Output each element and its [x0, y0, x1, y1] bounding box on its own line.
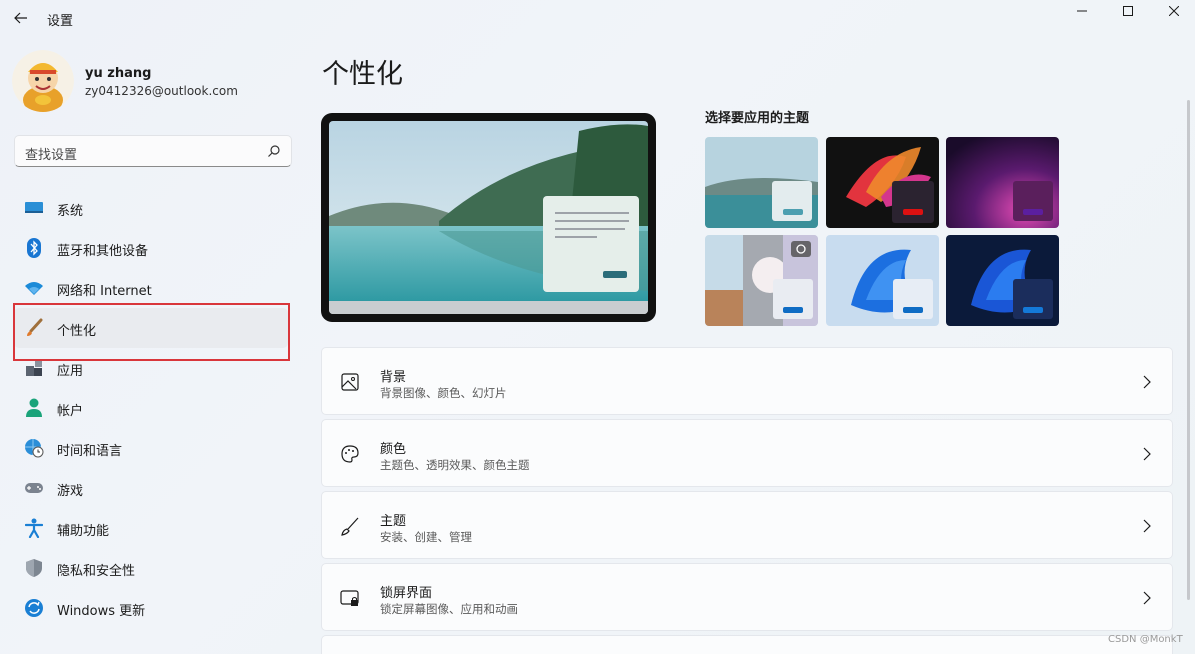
- sidebar-item-time-language[interactable]: 时间和语言: [14, 428, 288, 468]
- theme-option-glow[interactable]: [946, 137, 1059, 228]
- user-name: yu zhang: [85, 66, 152, 81]
- sidebar-item-label: 游戏: [57, 484, 84, 499]
- bluetooth-icon: [24, 238, 44, 258]
- monitor-icon: [24, 198, 44, 218]
- sidebar-item-label: 蓝牙和其他设备: [57, 244, 149, 259]
- image-icon: [341, 373, 359, 391]
- search-icon: [268, 145, 280, 157]
- sidebar-item-privacy[interactable]: 隐私和安全性: [14, 548, 288, 588]
- theme-option-bloom-light[interactable]: [826, 235, 939, 326]
- person-icon: [24, 398, 44, 418]
- sidebar-item-label: 辅助功能: [57, 524, 110, 539]
- globe-clock-icon: [24, 438, 44, 458]
- sidebar-item-label: 帐户: [57, 404, 84, 419]
- sidebar-item-label: 系统: [57, 204, 84, 219]
- sidebar-item-label: 应用: [57, 364, 84, 379]
- brush-icon: [24, 318, 44, 338]
- card-subtitle: 安装、创建、管理: [380, 530, 472, 544]
- desktop-preview-image: [329, 121, 648, 314]
- sidebar-item-label: 隐私和安全性: [57, 564, 136, 579]
- scrollbar[interactable]: [1187, 100, 1190, 600]
- brush-icon: [341, 517, 359, 536]
- wifi-icon: [24, 278, 44, 298]
- back-button[interactable]: [10, 7, 32, 29]
- page-title: 个性化: [322, 59, 403, 90]
- theme-option-spotlight[interactable]: [705, 235, 818, 326]
- sidebar-item-system[interactable]: 系统: [14, 188, 288, 228]
- apps-icon: [24, 358, 44, 378]
- sidebar-item-label: 网络和 Internet: [57, 284, 152, 299]
- chevron-right-icon: [1143, 591, 1151, 605]
- avatar: [12, 50, 74, 112]
- theme-section-heading: 选择要应用的主题: [705, 111, 810, 126]
- maximize-button[interactable]: [1105, 0, 1151, 22]
- sidebar-item-windows-update[interactable]: Windows 更新: [14, 588, 288, 628]
- card-next-partial[interactable]: [321, 635, 1173, 654]
- maximize-icon: [1123, 6, 1133, 16]
- sidebar-item-accessibility[interactable]: 辅助功能: [14, 508, 288, 548]
- user-email: zy0412326@outlook.com: [85, 84, 238, 98]
- sidebar-item-label: 时间和语言: [57, 444, 123, 459]
- card-themes[interactable]: 主题 安装、创建、管理: [321, 491, 1173, 559]
- sidebar-item-apps[interactable]: 应用: [14, 348, 288, 388]
- chevron-right-icon: [1143, 447, 1151, 461]
- sidebar-item-label: Windows 更新: [57, 604, 146, 619]
- minimize-button[interactable]: [1059, 0, 1105, 22]
- close-icon: [1169, 6, 1179, 16]
- user-profile[interactable]: yu zhang zy0412326@outlook.com: [12, 50, 302, 114]
- card-title: 主题: [380, 514, 407, 529]
- minimize-icon: [1077, 10, 1087, 12]
- sidebar-item-personalization[interactable]: 个性化: [14, 308, 288, 348]
- card-title: 背景: [380, 370, 407, 385]
- card-colors[interactable]: 颜色 主题色、透明效果、颜色主题: [321, 419, 1173, 487]
- search-input[interactable]: 查找设置: [14, 135, 292, 167]
- sidebar-item-gaming[interactable]: 游戏: [14, 468, 288, 508]
- sidebar-item-network[interactable]: 网络和 Internet: [14, 268, 288, 308]
- theme-preview: [321, 113, 656, 322]
- card-lock-screen[interactable]: 锁屏界面 锁定屏幕图像、应用和动画: [321, 563, 1173, 631]
- card-subtitle: 背景图像、颜色、幻灯片: [380, 386, 507, 400]
- gamepad-icon: [24, 478, 44, 498]
- sidebar-item-bluetooth[interactable]: 蓝牙和其他设备: [14, 228, 288, 268]
- theme-option-lake[interactable]: [705, 137, 818, 228]
- theme-gallery: [705, 137, 1060, 327]
- chevron-right-icon: [1143, 375, 1151, 389]
- sidebar-nav: 系统 蓝牙和其他设备 网络和 Internet 个性化 应用 帐户 时间和语言 …: [14, 188, 290, 628]
- title-bar: 设置: [0, 0, 1195, 36]
- search-placeholder: 查找设置: [25, 148, 78, 163]
- update-icon: [24, 598, 44, 618]
- card-subtitle: 主题色、透明效果、颜色主题: [380, 458, 530, 472]
- card-subtitle: 锁定屏幕图像、应用和动画: [380, 602, 518, 616]
- theme-option-bloom-dark[interactable]: [946, 235, 1059, 326]
- lock-screen-icon: [340, 590, 359, 606]
- watermark: CSDN @MonkT: [1108, 634, 1183, 645]
- sidebar-item-accounts[interactable]: 帐户: [14, 388, 288, 428]
- chevron-right-icon: [1143, 519, 1151, 533]
- accessibility-icon: [24, 518, 44, 538]
- card-background[interactable]: 背景 背景图像、颜色、幻灯片: [321, 347, 1173, 415]
- card-title: 锁屏界面: [380, 586, 433, 601]
- close-button[interactable]: [1151, 0, 1195, 22]
- card-title: 颜色: [380, 442, 407, 457]
- shield-icon: [24, 558, 44, 578]
- sidebar-item-label: 个性化: [57, 324, 97, 339]
- back-arrow-icon: [14, 12, 27, 24]
- app-title: 设置: [47, 14, 74, 29]
- theme-option-flower[interactable]: [826, 137, 939, 228]
- palette-icon: [341, 445, 359, 463]
